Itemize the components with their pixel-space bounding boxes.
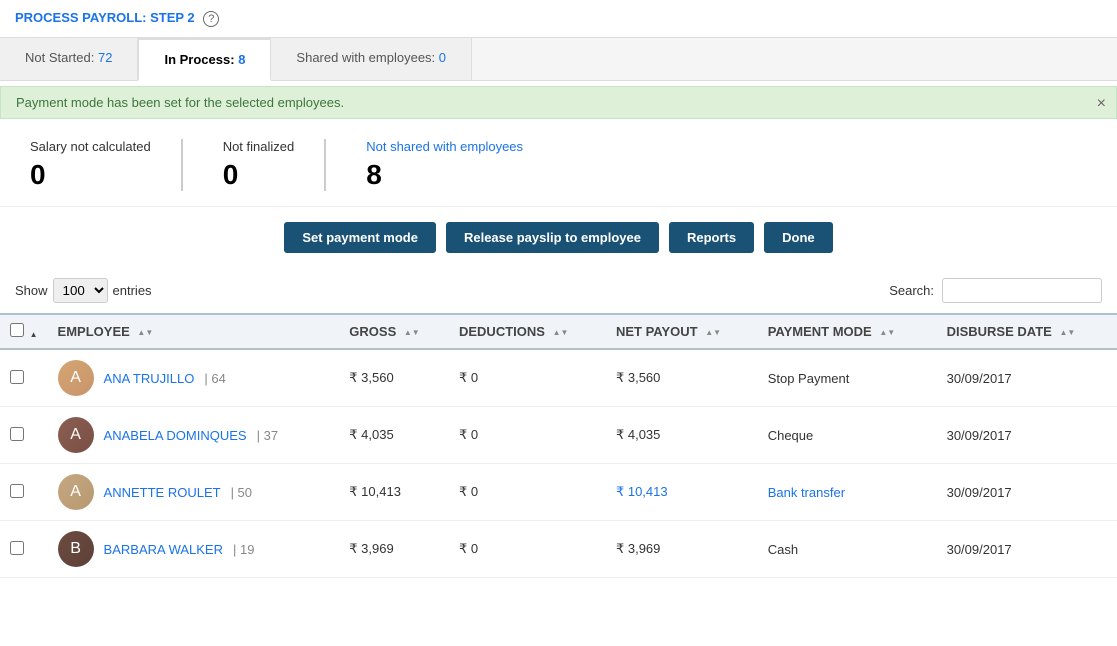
page-header: PROCESS PAYROLL: STEP 2 ? <box>0 0 1117 38</box>
table-controls: Show 100 10 25 50 entries Search: <box>0 268 1117 313</box>
stat-value-finalized: 0 <box>223 159 295 191</box>
employee-cell: A ANNETTE ROULET | 50 <box>48 464 340 521</box>
avatar: A <box>58 474 94 510</box>
tab-in-process[interactable]: In Process: 8 <box>138 38 271 81</box>
col-payment-mode: PAYMENT MODE ▲▼ <box>758 314 937 349</box>
disburse-date-cell: 30/09/2017 <box>937 464 1117 521</box>
disburse-date-cell: 30/09/2017 <box>937 349 1117 407</box>
table-row: A ANNETTE ROULET | 50 ₹ 10,413₹ 0₹ 10,413… <box>0 464 1117 521</box>
search-label: Search: <box>889 283 934 298</box>
row-checkbox-3[interactable] <box>10 541 24 555</box>
row-checkbox-2[interactable] <box>10 484 24 498</box>
entries-label: entries <box>113 283 152 298</box>
alert-message: Payment mode has been set for the select… <box>16 95 344 110</box>
entries-select[interactable]: 100 10 25 50 <box>53 278 108 303</box>
net-payout-cell: ₹ 10,413 <box>606 464 758 521</box>
page-title[interactable]: PROCESS PAYROLL: STEP 2 <box>15 10 195 25</box>
alert-bar: Payment mode has been set for the select… <box>0 86 1117 119</box>
sort-gross[interactable]: ▲▼ <box>404 329 420 337</box>
deductions-cell: ₹ 0 <box>449 349 606 407</box>
col-gross: GROSS ▲▼ <box>339 314 449 349</box>
col-employee: EMPLOYEE ▲▼ <box>48 314 340 349</box>
table-row: B BARBARA WALKER| 19 ₹ 3,969₹ 0₹ 3,969Ca… <box>0 521 1117 578</box>
table-header-row: ▲ EMPLOYEE ▲▼ GROSS ▲▼ DEDUCTIONS ▲▼ NET… <box>0 314 1117 349</box>
employee-name[interactable]: ANA TRUJILLO <box>104 371 195 386</box>
select-all-checkbox[interactable] <box>10 323 24 337</box>
employee-name[interactable]: ANABELA DOMINQUES <box>104 428 247 443</box>
release-payslip-button[interactable]: Release payslip to employee <box>446 222 659 253</box>
sort-deductions[interactable]: ▲▼ <box>553 329 569 337</box>
select-all-header[interactable]: ▲ <box>0 314 48 349</box>
tab-shared-with-employees[interactable]: Shared with employees: 0 <box>271 38 472 80</box>
col-disburse-date: DISBURSE DATE ▲▼ <box>937 314 1117 349</box>
col-deductions: DEDUCTIONS ▲▼ <box>449 314 606 349</box>
deductions-cell: ₹ 0 <box>449 464 606 521</box>
search-box: Search: <box>889 278 1102 303</box>
stat-label-shared: Not shared with employees <box>366 139 523 154</box>
employee-id: | 50 <box>231 485 252 500</box>
show-entries: Show 100 10 25 50 entries <box>15 278 152 303</box>
table-row: A ANA TRUJILLO| 64 ₹ 3,560₹ 0₹ 3,560Stop… <box>0 349 1117 407</box>
employee-cell: A ANABELA DOMINQUES | 37 <box>48 407 340 464</box>
row-checkbox-0[interactable] <box>10 370 24 384</box>
net-payout-cell: ₹ 3,560 <box>606 349 758 407</box>
sort-net-payout[interactable]: ▲▼ <box>705 329 721 337</box>
sort-disburse-date[interactable]: ▲▼ <box>1059 329 1075 337</box>
payment-mode-cell: Stop Payment <box>758 349 937 407</box>
col-net-payout: NET PAYOUT ▲▼ <box>606 314 758 349</box>
stat-value-shared: 8 <box>366 159 523 191</box>
gross-cell: ₹ 10,413 <box>339 464 449 521</box>
set-payment-mode-button[interactable]: Set payment mode <box>284 222 436 253</box>
stat-value-salary: 0 <box>30 159 151 191</box>
employee-id: | 64 <box>204 371 225 386</box>
tab-not-started[interactable]: Not Started: 72 <box>0 38 138 80</box>
sort-payment-mode[interactable]: ▲▼ <box>879 329 895 337</box>
stat-not-shared: Not shared with employees 8 <box>356 139 553 191</box>
deductions-cell: ₹ 0 <box>449 407 606 464</box>
table-row: A ANABELA DOMINQUES | 37 ₹ 4,035₹ 0₹ 4,03… <box>0 407 1117 464</box>
tabs-bar: Not Started: 72 In Process: 8 Shared wit… <box>0 38 1117 81</box>
employee-cell: A ANA TRUJILLO | 64 <box>48 349 340 407</box>
payment-mode-cell: Cheque <box>758 407 937 464</box>
employee-table: ▲ EMPLOYEE ▲▼ GROSS ▲▼ DEDUCTIONS ▲▼ NET… <box>0 313 1117 578</box>
payment-mode-cell: Cash <box>758 521 937 578</box>
payment-mode-cell: Bank transfer <box>758 464 937 521</box>
disburse-date-cell: 30/09/2017 <box>937 521 1117 578</box>
deductions-cell: ₹ 0 <box>449 521 606 578</box>
net-payout-cell: ₹ 4,035 <box>606 407 758 464</box>
avatar: A <box>58 360 94 396</box>
gross-cell: ₹ 3,969 <box>339 521 449 578</box>
sort-employee[interactable]: ▲▼ <box>137 329 153 337</box>
employee-name[interactable]: ANNETTE ROULET <box>104 485 221 500</box>
avatar: A <box>58 417 94 453</box>
action-buttons: Set payment mode Release payslip to empl… <box>0 207 1117 268</box>
search-input[interactable] <box>942 278 1102 303</box>
show-label: Show <box>15 283 48 298</box>
employee-id: | 19 <box>233 542 254 557</box>
gross-cell: ₹ 3,560 <box>339 349 449 407</box>
stat-label-salary: Salary not calculated <box>30 139 151 154</box>
help-icon[interactable]: ? <box>203 11 219 27</box>
stats-row: Salary not calculated 0 Not finalized 0 … <box>0 124 1117 207</box>
stat-label-finalized: Not finalized <box>223 139 295 154</box>
alert-close-button[interactable]: × <box>1097 95 1106 113</box>
stat-salary-not-calculated: Salary not calculated 0 <box>20 139 183 191</box>
gross-cell: ₹ 4,035 <box>339 407 449 464</box>
row-checkbox-1[interactable] <box>10 427 24 441</box>
employee-cell: B BARBARA WALKER | 19 <box>48 521 340 578</box>
employee-name[interactable]: BARBARA WALKER <box>104 542 223 557</box>
reports-button[interactable]: Reports <box>669 222 754 253</box>
employee-id: | 37 <box>257 428 278 443</box>
disburse-date-cell: 30/09/2017 <box>937 407 1117 464</box>
avatar: B <box>58 531 94 567</box>
stat-not-finalized: Not finalized 0 <box>213 139 327 191</box>
done-button[interactable]: Done <box>764 222 833 253</box>
net-payout-cell: ₹ 3,969 <box>606 521 758 578</box>
